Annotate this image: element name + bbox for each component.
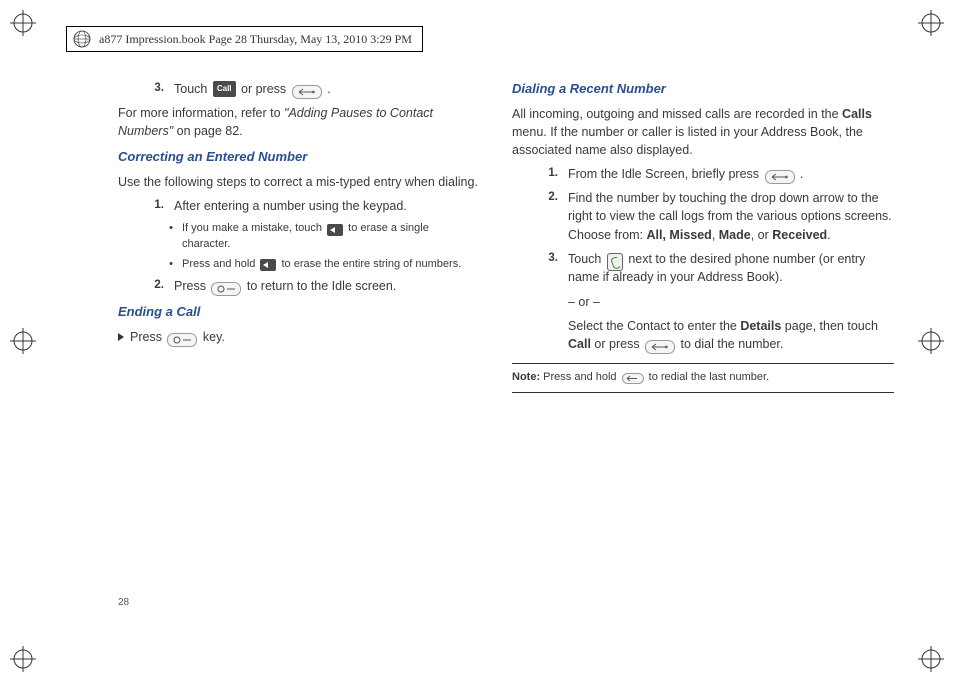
call-button-icon: Call xyxy=(213,81,236,97)
crop-mark-top-right xyxy=(918,10,944,36)
end-key-icon xyxy=(211,282,241,296)
document-meta-box: a877 Impression.book Page 28 Thursday, M… xyxy=(66,26,423,52)
backspace-icon xyxy=(260,259,276,271)
heading-dialing: Dialing a Recent Number xyxy=(512,80,894,99)
crop-mark-mid-right xyxy=(918,328,944,354)
correct-bullet-1: • If you make a mistake, touch to erase … xyxy=(166,221,478,253)
heading-correcting: Correcting an Entered Number xyxy=(118,148,478,167)
note-block: Note: Press and hold to redial the last … xyxy=(512,363,894,393)
correct-step-1: 1. After entering a number using the key… xyxy=(148,197,478,215)
step-3: 3. Touch Call or press . xyxy=(148,80,478,98)
step-text: Touch Call or press . xyxy=(174,80,478,98)
document-meta-text: a877 Impression.book Page 28 Thursday, M… xyxy=(99,32,412,47)
end-call-step: Press key. xyxy=(118,328,478,346)
page-content: 3. Touch Call or press . For more inform… xyxy=(118,80,894,622)
heading-ending: Ending a Call xyxy=(118,303,478,322)
end-key-icon xyxy=(167,333,197,347)
dial-step-2: 2. Find the number by touching the drop … xyxy=(542,189,894,243)
step-number: 3. xyxy=(148,80,164,98)
send-key-icon xyxy=(622,373,644,384)
send-key-icon xyxy=(765,170,795,184)
dial-step-1: 1. From the Idle Screen, briefly press . xyxy=(542,165,894,183)
dial-intro: All incoming, outgoing and missed calls … xyxy=(512,105,894,159)
crop-mark-mid-left xyxy=(10,328,36,354)
left-column: 3. Touch Call or press . For more inform… xyxy=(118,80,478,622)
backspace-icon xyxy=(327,224,343,236)
send-key-icon xyxy=(645,340,675,354)
right-column: Dialing a Recent Number All incoming, ou… xyxy=(512,80,894,622)
correct-step-2: 2. Press to return to the Idle screen. xyxy=(148,277,478,295)
correct-bullet-2: • Press and hold to erase the entire str… xyxy=(166,257,478,273)
crop-mark-top-left xyxy=(10,10,36,36)
page-number: 28 xyxy=(118,597,129,608)
dial-step-3: 3. Touch next to the desired phone numbe… xyxy=(542,250,894,353)
crop-mark-bottom-right xyxy=(918,646,944,672)
globe-icon xyxy=(73,30,91,48)
phone-key-icon xyxy=(607,253,623,271)
triangle-bullet-icon xyxy=(118,333,124,341)
info-paragraph: For more information, refer to "Adding P… xyxy=(118,104,478,140)
crop-mark-bottom-left xyxy=(10,646,36,672)
send-key-icon xyxy=(292,85,322,99)
correct-intro: Use the following steps to correct a mis… xyxy=(118,173,478,191)
